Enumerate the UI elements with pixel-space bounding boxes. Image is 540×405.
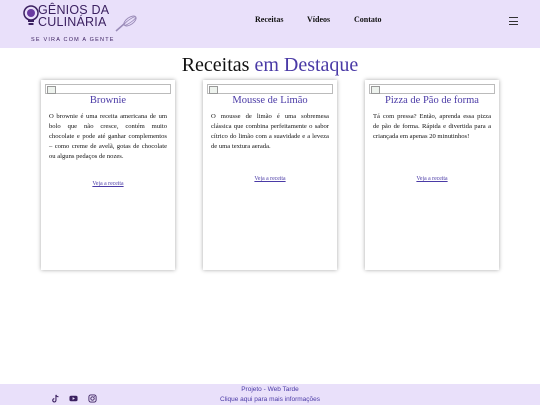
nav-link-videos[interactable]: Vídeos (307, 15, 330, 24)
recipe-link[interactable]: Veja a receita (365, 176, 499, 182)
nav-link-contato[interactable]: Contato (354, 15, 382, 24)
recipe-card-title: Pizza de Pão de forma (385, 95, 479, 106)
tiktok-icon[interactable] (51, 394, 60, 403)
recipe-image-placeholder (207, 84, 333, 94)
recipe-image-placeholder (45, 84, 171, 94)
recipe-card-mousse: Mousse de Limão O mousse de limão é uma … (203, 80, 337, 270)
site-header: GÊNIOS DA CULINÁRIA SE VIRA COM A GENTE … (0, 0, 540, 48)
nav-link-receitas[interactable]: Receitas (255, 15, 283, 24)
logo-tagline: SE VIRA COM A GENTE (31, 37, 115, 43)
site-footer: Projeto - Web Tarde Clique aqui para mai… (0, 384, 540, 405)
recipe-link[interactable]: Veja a receita (203, 176, 337, 182)
whisk-icon (115, 15, 137, 32)
recipe-card-brownie: Brownie O brownie é uma receita american… (41, 80, 175, 270)
recipe-link[interactable]: Veja a receita (41, 181, 175, 187)
footer-info-link[interactable]: Clique aqui para mais informações (0, 396, 540, 403)
instagram-icon[interactable] (88, 394, 97, 403)
recipe-card-description: O brownie é uma receita americana de um … (49, 113, 167, 161)
page-title-accent: em Destaque (254, 54, 359, 76)
site-logo[interactable]: GÊNIOS DA CULINÁRIA SE VIRA COM A GENTE (22, 3, 137, 45)
recipe-card-description: O mousse de limão é uma sobremesa clássi… (211, 113, 329, 151)
hamburger-menu-icon[interactable] (509, 17, 518, 25)
recipe-image-placeholder (369, 84, 495, 94)
recipe-card-pizza: Pizza de Pão de forma Tá com pressa? Ent… (365, 80, 499, 270)
footer-project-text: Projeto - Web Tarde (241, 386, 299, 393)
page-title-main: Receitas (181, 54, 250, 76)
recipe-card-title: Mousse de Limão (232, 95, 308, 106)
recipe-card-title: Brownie (89, 95, 127, 106)
page-title: Receitas em Destaque (0, 54, 540, 77)
recipe-card-description: Tá com pressa? Então, aprenda essa pizza… (373, 113, 491, 141)
youtube-icon[interactable] (69, 394, 78, 403)
